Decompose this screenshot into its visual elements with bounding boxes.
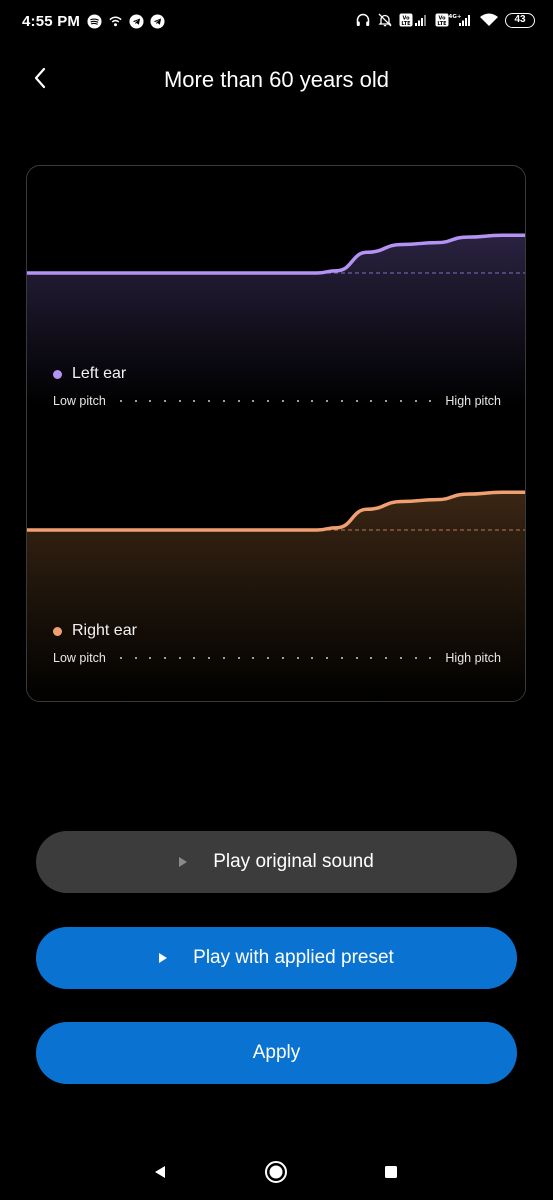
play-original-sound-button[interactable]: Play original sound <box>36 831 517 893</box>
right-ear-chart <box>27 490 525 701</box>
apply-label: Apply <box>252 1042 301 1063</box>
play-icon <box>159 953 168 963</box>
right-ear-dot <box>53 626 62 636</box>
nav-home-button[interactable] <box>262 1160 290 1188</box>
battery-icon: 43 <box>505 12 535 28</box>
nav-back-button[interactable] <box>146 1160 174 1188</box>
svg-text:LTE: LTE <box>401 21 411 27</box>
right-ear-legend: Right ear <box>53 622 137 640</box>
svg-text:4G+: 4G+ <box>449 14 462 20</box>
header: More than 60 years old <box>0 56 553 106</box>
status-time: 4:55 PM <box>22 13 81 30</box>
left-ear-dot <box>53 369 62 379</box>
volte-signal-icon: Vo LTE <box>399 12 429 28</box>
page-title: More than 60 years old <box>163 67 390 92</box>
wifi-icon <box>479 12 499 28</box>
recents-square-icon <box>383 1164 399 1185</box>
bell-off-icon <box>377 12 393 28</box>
hearing-curve-card: Left ear Low pitch High pitch Right ear … <box>26 165 526 702</box>
back-triangle-icon <box>152 1164 168 1185</box>
left-ear-legend: Left ear <box>53 365 126 383</box>
spotify-icon <box>86 13 102 29</box>
status-bar: 4:55 PM Vo LTE Vo LTE 4G+ 43 <box>0 0 553 44</box>
telegram-icon <box>149 13 165 29</box>
play-icon <box>179 857 188 867</box>
right-ear-curve-fill <box>27 492 525 701</box>
right-ear-pitch-axis: Low pitch High pitch <box>53 651 501 665</box>
status-system-icons: Vo LTE Vo LTE 4G+ 43 <box>355 12 535 28</box>
left-low-pitch-label: Low pitch <box>53 394 106 408</box>
left-high-pitch-label: High pitch <box>445 394 501 408</box>
volte-4g-signal-icon: Vo LTE 4G+ <box>435 12 473 28</box>
left-ear-label: Left ear <box>72 365 127 382</box>
svg-text:LTE: LTE <box>437 21 447 27</box>
right-high-pitch-label: High pitch <box>445 651 501 665</box>
wifi-calling-icon <box>107 13 123 29</box>
apply-button[interactable]: Apply <box>36 1022 517 1084</box>
right-low-pitch-label: Low pitch <box>53 651 106 665</box>
play-with-preset-button[interactable]: Play with applied preset <box>36 927 517 989</box>
right-ear-label: Right ear <box>72 622 137 639</box>
telegram-icon <box>128 13 144 29</box>
nav-recents-button[interactable] <box>377 1160 405 1188</box>
headphones-icon <box>355 12 371 28</box>
left-ear-pitch-axis: Low pitch High pitch <box>53 394 501 408</box>
pitch-dots <box>119 400 432 402</box>
status-notification-icons <box>86 13 165 29</box>
home-circle-icon <box>264 1160 288 1189</box>
play-preset-label: Play with applied preset <box>193 947 394 968</box>
play-original-label: Play original sound <box>213 851 374 872</box>
pitch-dots <box>119 657 432 659</box>
navigation-bar <box>0 1148 553 1198</box>
